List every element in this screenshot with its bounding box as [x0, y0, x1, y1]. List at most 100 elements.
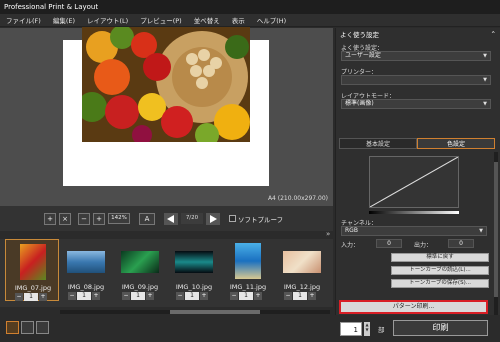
save-curve-button[interactable]: トーンカーブの保存(S)...: [391, 279, 489, 288]
tab-color[interactable]: 色設定: [417, 138, 495, 149]
count-field[interactable]: 1: [131, 292, 145, 300]
window-title: Professional Print & Layout: [0, 0, 500, 14]
load-curve-button[interactable]: トーンカーブの読込(L)...: [391, 266, 489, 275]
thumbnail-item[interactable]: IMG_12.jpg − 1 +: [275, 239, 329, 301]
softproof-toggle[interactable]: ソフトプルーフ: [229, 214, 283, 224]
thumbnail-count-stepper: − 1 +: [68, 292, 104, 300]
paper-size-label: A4 (210.00x297.00): [267, 195, 328, 202]
tab-basic[interactable]: 基本設定: [339, 138, 417, 149]
thumbnail-strip: IMG_07.jpg − 1 + IMG_08.jpg − 1 + IMG_09…: [0, 239, 333, 307]
preview-toolbar: + × − + 142% A 7/20 ソフトプルーフ: [0, 206, 333, 231]
menu-file[interactable]: ファイル(F): [0, 15, 47, 25]
text-format-icon[interactable]: A: [139, 212, 155, 225]
thumbnail-count-stepper: − 1 +: [15, 293, 51, 301]
zoom-out-icon[interactable]: −: [78, 212, 90, 225]
print-button[interactable]: 印刷: [393, 320, 488, 336]
decrement-button[interactable]: −: [122, 292, 130, 300]
panel-title: よく使う設定: [340, 31, 379, 39]
layout-mode-select[interactable]: 標準(画像) ▼: [341, 99, 491, 109]
decrement-button[interactable]: −: [68, 292, 76, 300]
pattern-print-button[interactable]: パターン印刷...: [339, 300, 488, 314]
chevron-down-icon: ▼: [483, 101, 487, 107]
settings-tabs: 基本設定 色設定: [339, 138, 495, 149]
copies-field[interactable]: 1: [340, 322, 362, 336]
layout-mode-value: 標準(画像): [345, 100, 374, 107]
collapse-chevron-icon[interactable]: »: [326, 230, 330, 238]
decrement-button[interactable]: −: [15, 293, 23, 301]
increment-button[interactable]: +: [308, 292, 316, 300]
menu-preview[interactable]: プレビュー(P): [134, 15, 188, 25]
next-page-button[interactable]: [206, 212, 220, 225]
scrollbar-thumb[interactable]: [170, 310, 260, 314]
thumbnail-filename: IMG_12.jpg: [283, 283, 321, 291]
channel-value: RGB: [345, 227, 358, 234]
thumbnail-image: [175, 251, 213, 273]
delete-page-icon[interactable]: ×: [59, 212, 71, 225]
panel-scrollbar[interactable]: [494, 152, 498, 315]
copies-spinner[interactable]: ▲ ▼: [364, 322, 370, 336]
softproof-checkbox[interactable]: [229, 215, 236, 222]
menu-edit[interactable]: 編集(E): [47, 15, 81, 25]
scrollbar-thumb[interactable]: [494, 162, 498, 297]
thumbnail-count-stepper: − 1 +: [122, 292, 158, 300]
increment-button[interactable]: +: [146, 292, 154, 300]
thumbnail-filename: IMG_09.jpg: [121, 283, 159, 291]
thumbnail-item[interactable]: IMG_07.jpg − 1 +: [5, 239, 59, 301]
count-field[interactable]: 1: [185, 292, 199, 300]
thumbnail-item[interactable]: IMG_11.jpg − 1 +: [221, 239, 275, 301]
thumbnail-filename: IMG_08.jpg: [67, 283, 105, 291]
menubar: ファイル(F) 編集(E) レイアウト(L) プレビュー(P) 並べ替え 表示 …: [0, 14, 500, 27]
collapse-up-icon[interactable]: ⌃: [491, 30, 496, 38]
count-field[interactable]: 1: [24, 293, 38, 301]
increment-button[interactable]: +: [254, 292, 262, 300]
triple-view-icon[interactable]: [36, 321, 49, 334]
prev-page-button[interactable]: [164, 212, 178, 225]
thumbnail-item[interactable]: IMG_08.jpg − 1 +: [59, 239, 113, 301]
decrement-button[interactable]: −: [176, 292, 184, 300]
thumbnail-image: [121, 251, 159, 273]
increment-button[interactable]: +: [92, 292, 100, 300]
decrement-button[interactable]: −: [230, 292, 238, 300]
thumbnail-image: [20, 244, 46, 280]
tone-gradient-bar: [369, 211, 459, 214]
zoom-select[interactable]: 142%: [108, 213, 130, 224]
single-view-icon[interactable]: [6, 321, 19, 334]
fruit-photo[interactable]: [82, 27, 250, 142]
increment-button[interactable]: +: [39, 293, 47, 301]
menu-sort[interactable]: 並べ替え: [188, 15, 226, 25]
tone-curve-graph[interactable]: [369, 156, 459, 208]
favorite-value: ユーザー設定: [345, 52, 381, 59]
thumbnail-filename: IMG_07.jpg: [14, 284, 52, 292]
count-field[interactable]: 1: [239, 292, 253, 300]
menu-view[interactable]: 表示: [226, 15, 251, 25]
thumbnail-count-stepper: − 1 +: [284, 292, 320, 300]
input-value-field[interactable]: 0: [376, 239, 402, 248]
decrement-icon[interactable]: ▼: [364, 327, 370, 332]
split-view-icon[interactable]: [21, 321, 34, 334]
thumbnail-image: [283, 251, 321, 273]
thumbnail-filename: IMG_11.jpg: [229, 283, 267, 291]
thumbnail-item[interactable]: IMG_09.jpg − 1 +: [113, 239, 167, 301]
channel-select[interactable]: RGB ▼: [341, 226, 487, 236]
increment-button[interactable]: +: [200, 292, 208, 300]
add-page-icon[interactable]: +: [44, 212, 56, 225]
reset-button[interactable]: 標準に戻す: [391, 253, 489, 262]
favorite-select[interactable]: ユーザー設定 ▼: [341, 51, 491, 61]
thumbnail-scrollbar[interactable]: [60, 310, 330, 314]
output-value-field[interactable]: 0: [448, 239, 474, 248]
printer-select[interactable]: ▼: [341, 75, 491, 85]
thumbnail-image: [67, 251, 105, 273]
decrement-button[interactable]: −: [284, 292, 292, 300]
chevron-down-icon: ▼: [479, 228, 483, 234]
menu-layout[interactable]: レイアウト(L): [81, 15, 134, 25]
thumbnail-count-stepper: − 1 +: [230, 292, 266, 300]
thumbnail-count-stepper: − 1 +: [176, 292, 212, 300]
zoom-in-icon[interactable]: +: [93, 212, 105, 225]
menu-help[interactable]: ヘルプ(H): [251, 15, 292, 25]
count-field[interactable]: 1: [77, 292, 91, 300]
count-field[interactable]: 1: [293, 292, 307, 300]
settings-panel: よく使う設定 ⌃ よく使う設定： ユーザー設定 ▼ プリンター： ▼ レイアウトモ…: [335, 28, 500, 315]
thumbnail-item[interactable]: IMG_10.jpg − 1 +: [167, 239, 221, 301]
thumbnail-image: [235, 243, 261, 279]
copies-unit: 部: [378, 326, 385, 334]
